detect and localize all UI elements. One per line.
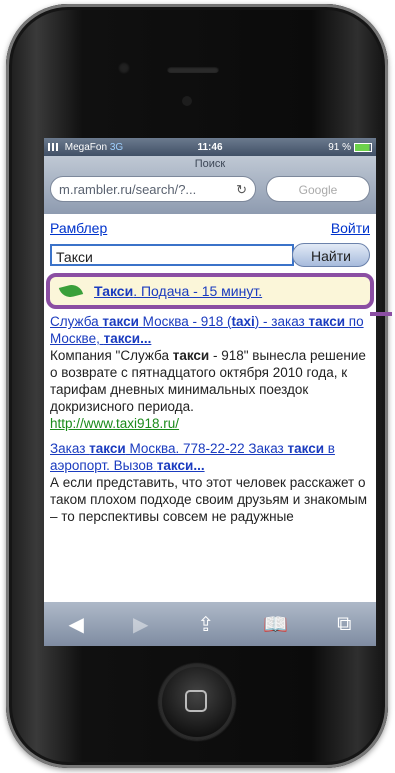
- browser-toolbar: ◀ ▶ ⇪ 📖 ⧉: [44, 602, 376, 646]
- brand-link[interactable]: Рамблер: [50, 220, 107, 237]
- home-button[interactable]: [159, 664, 235, 740]
- ad-link[interactable]: Такси. Подача - 15 минут.: [94, 283, 262, 299]
- search-input[interactable]: Такси: [50, 244, 294, 266]
- login-link[interactable]: Войти: [331, 220, 370, 237]
- google-search-field[interactable]: Google: [266, 176, 370, 202]
- result-1-snippet: Компания "Служба такси - 918" вынесла ре…: [50, 348, 366, 414]
- page-title: Поиск: [194, 158, 226, 170]
- back-icon[interactable]: ◀: [69, 612, 84, 637]
- search-form: Такси Найти: [50, 243, 370, 267]
- search-button[interactable]: Найти: [292, 243, 370, 267]
- clock: 11:46: [197, 141, 223, 153]
- bookmarks-icon[interactable]: 📖: [263, 612, 288, 637]
- tabs-icon[interactable]: ⧉: [337, 613, 351, 636]
- share-icon[interactable]: ⇪: [197, 612, 214, 637]
- forward-icon[interactable]: ▶: [133, 612, 148, 637]
- page-content: Рамблер Войти Такси Найти Такси. Подача …: [44, 214, 376, 537]
- highlight-connector: [370, 312, 392, 316]
- address-bar[interactable]: m.rambler.ru/search/?... ↻: [50, 176, 256, 202]
- sensor: [182, 96, 192, 106]
- leaf-icon: [58, 282, 84, 300]
- result-2-snippet: А если представить, что этот человек рас…: [50, 475, 367, 524]
- front-camera: [118, 62, 130, 74]
- reload-icon[interactable]: ↻: [236, 177, 247, 203]
- earpiece-speaker: [167, 66, 219, 73]
- url-text: m.rambler.ru/search/?...: [59, 182, 197, 197]
- result-2-title[interactable]: Заказ такси Москва. 778-22-22 Заказ такс…: [50, 440, 370, 474]
- phone-frame: MegaFon 3G 11:46 91 % Поиск m.rambler.ru…: [6, 4, 388, 768]
- screen: MegaFon 3G 11:46 91 % Поиск m.rambler.ru…: [44, 138, 376, 646]
- home-square-icon: [185, 690, 207, 712]
- ad-highlight[interactable]: Такси. Подача - 15 минут.: [46, 273, 374, 309]
- status-bar: MegaFon 3G 11:46 91 %: [44, 138, 376, 156]
- result-1-title[interactable]: Служба такси Москва - 918 (taxi) - заказ…: [50, 313, 370, 347]
- result-2: Заказ такси Москва. 778-22-22 Заказ такс…: [50, 440, 370, 525]
- result-1-url[interactable]: http://www.taxi918.ru/: [50, 415, 370, 432]
- result-1: Служба такси Москва - 918 (taxi) - заказ…: [50, 313, 370, 432]
- browser-navbar: Поиск m.rambler.ru/search/?... ↻ Google: [44, 156, 376, 214]
